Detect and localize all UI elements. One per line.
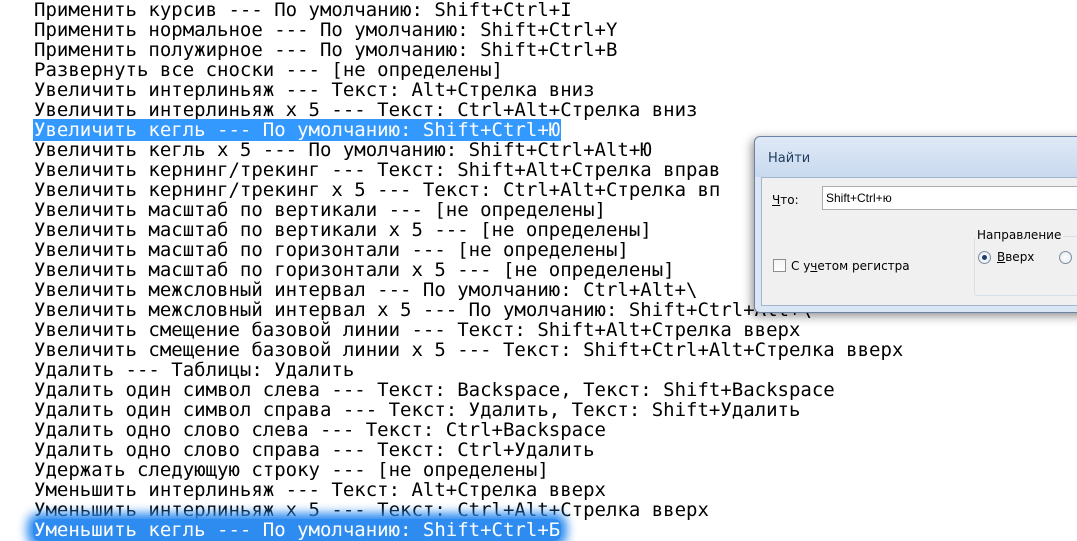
what-label-text: то:	[780, 193, 799, 207]
match-case-prefix: С у	[791, 259, 811, 273]
line-text: Увеличить кегль --- По умолчанию: Shift+…	[33, 119, 562, 141]
line-text: Увеличить масштаб по горизонтали x 5 ---…	[34, 259, 675, 281]
document-line: Увеличить интерлиньяж x 5 --- Текст: Ctr…	[33, 100, 904, 120]
line-text: Увеличить кегль x 5 --- По умолчанию: Sh…	[34, 139, 652, 161]
line-text: Удалить один символ слева --- Текст: Bac…	[34, 379, 835, 401]
what-label-accel: Ч	[772, 193, 781, 207]
document-line: Удалить одно слово слева --- Текст: Ctrl…	[33, 420, 904, 440]
document-line: Увеличить интерлиньяж --- Текст: Alt+Стр…	[33, 80, 904, 100]
document-line: Уменьшить интерлиньяж --- Текст: Alt+Стр…	[33, 480, 904, 500]
line-text: Уменьшить интерлиньяж x 5 --- Текст: Ctr…	[34, 499, 709, 521]
match-case-checkbox[interactable]	[773, 259, 786, 272]
dialog-titlebar[interactable]: Найти	[755, 137, 1077, 177]
line-text: Увеличить кернинг/трекинг --- Текст: Shi…	[34, 159, 721, 181]
line-text: Применить полужирное --- По умолчанию: S…	[34, 39, 618, 61]
line-text: Увеличить межсловный интервал x 5 --- По…	[34, 299, 812, 321]
document-line: Увеличить смещение базовой линии x 5 ---…	[33, 340, 904, 360]
document-line: Уменьшить кегль --- По умолчанию: Shift+…	[33, 519, 904, 541]
direction-group: Направление Вверх В	[974, 228, 1077, 296]
document-line: Удержать следующую строку --- [не опреде…	[33, 460, 904, 480]
what-label: Что:	[772, 193, 799, 207]
document-line: Уменьшить интерлиньяж x 5 --- Текст: Ctr…	[33, 500, 904, 520]
document-line: Развернуть все сноски --- [не определены…	[33, 60, 904, 80]
direction-label: Направление	[975, 228, 1064, 242]
line-text: Развернуть все сноски --- [не определены…	[34, 59, 503, 81]
document-line: Применить курсив --- По умолчанию: Shift…	[33, 0, 904, 20]
line-text: Увеличить масштаб по горизонтали --- [не…	[34, 239, 629, 261]
line-text: Удалить одно слово слева --- Текст: Ctrl…	[34, 419, 606, 441]
direction-down-radio[interactable]	[1059, 251, 1072, 264]
dialog-body: Что: Shift+Ctrl+ю Направление Вверх В С …	[761, 177, 1077, 306]
line-text: Применить курсив --- По умолчанию: Shift…	[34, 0, 572, 21]
line-text: Увеличить межсловный интервал --- По умо…	[34, 279, 698, 301]
line-text: Увеличить кернинг/трекинг x 5 --- Текст:…	[34, 179, 721, 201]
match-case-label[interactable]: С учетом регистра	[791, 259, 910, 273]
line-text: Увеличить масштаб по вертикали --- [не о…	[34, 199, 606, 221]
line-text: Уменьшить кегль --- По умолчанию: Shift+…	[33, 519, 562, 541]
line-text: Удалить --- Таблицы: Удалить	[34, 359, 355, 381]
document-line: Применить нормальное --- По умолчанию: S…	[33, 20, 904, 40]
line-text: Увеличить масштаб по вертикали x 5 --- […	[34, 219, 652, 241]
line-text: Увеличить смещение базовой линии x 5 ---…	[34, 339, 904, 361]
line-text: Применить нормальное --- По умолчанию: S…	[34, 19, 618, 41]
document-line: Применить полужирное --- По умолчанию: S…	[33, 40, 904, 60]
line-text: Увеличить интерлиньяж x 5 --- Текст: Ctr…	[34, 99, 698, 121]
direction-up-text: верх	[1005, 250, 1035, 264]
line-text: Увеличить интерлиньяж --- Текст: Alt+Стр…	[34, 79, 595, 101]
dialog-title: Найти	[768, 151, 811, 166]
document-line: Удалить один символ слева --- Текст: Bac…	[33, 380, 904, 400]
direction-up-label[interactable]: Вверх	[997, 250, 1034, 264]
line-text: Увеличить смещение базовой линии --- Тек…	[34, 319, 801, 341]
direction-up-accel: В	[997, 250, 1006, 264]
document-line: Увеличить смещение базовой линии --- Тек…	[33, 320, 904, 340]
match-case-text: етом регистра	[817, 259, 910, 273]
line-text: Уменьшить интерлиньяж --- Текст: Alt+Стр…	[34, 479, 606, 501]
document-line: Удалить один символ справа --- Текст: Уд…	[33, 400, 904, 420]
line-text: Удалить одно слово справа --- Текст: Ctr…	[34, 439, 595, 461]
direction-up-radio[interactable]	[978, 251, 991, 264]
document-line: Удалить одно слово справа --- Текст: Ctr…	[33, 440, 904, 460]
find-dialog[interactable]: Найти Что: Shift+Ctrl+ю Направление Ввер…	[754, 136, 1077, 313]
line-text: Удержать следующую строку --- [не опреде…	[34, 459, 549, 481]
document-line: Удалить --- Таблицы: Удалить	[33, 360, 904, 380]
search-input[interactable]: Shift+Ctrl+ю	[822, 186, 1077, 210]
line-text: Удалить один символ справа --- Текст: Уд…	[34, 399, 801, 421]
